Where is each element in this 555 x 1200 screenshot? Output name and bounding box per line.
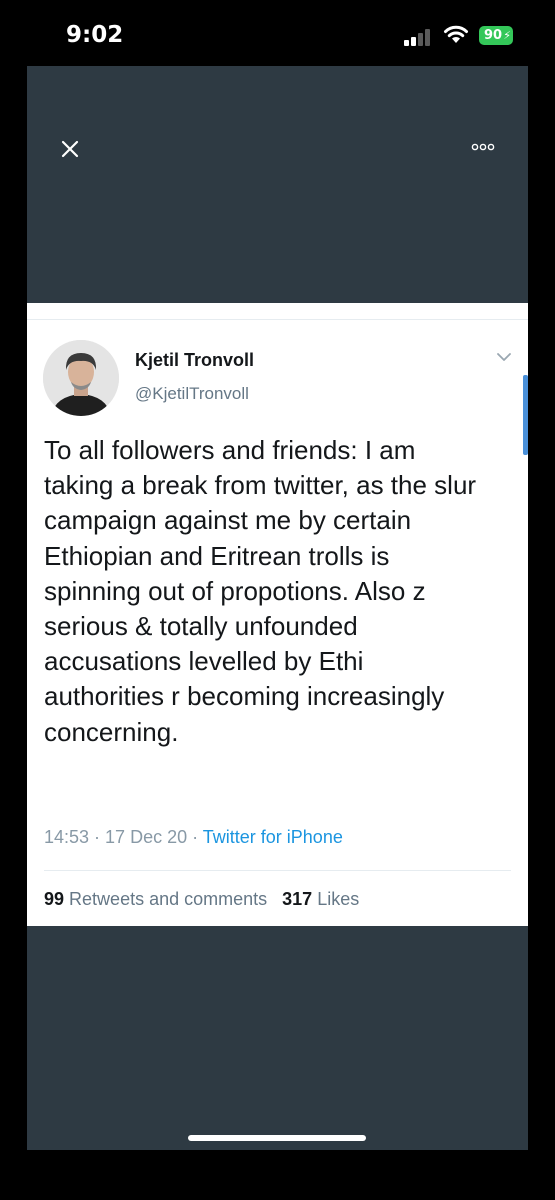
retweets-stat[interactable]: 99 Retweets and comments xyxy=(44,889,267,909)
media-area xyxy=(27,66,528,302)
likes-count: 317 xyxy=(282,889,313,909)
cellular-signal-icon xyxy=(404,28,434,46)
battery-icon: 90 ⚡ xyxy=(479,26,513,45)
tweet-time: 14:53 xyxy=(44,827,90,847)
wifi-icon xyxy=(444,25,468,43)
more-dots-icon[interactable] xyxy=(467,138,499,156)
status-bar: 9:02 90 ⚡ xyxy=(0,0,555,70)
tweet-source-link[interactable]: Twitter for iPhone xyxy=(203,827,343,847)
retweets-label: Retweets and comments xyxy=(69,889,268,909)
battery-level: 90 xyxy=(483,28,503,43)
author-handle[interactable]: @KjetilTronvoll xyxy=(135,384,249,404)
chevron-down-icon[interactable] xyxy=(494,350,514,364)
tweet-stats: 99 Retweets and comments 317 Likes xyxy=(44,889,359,910)
tweet-date: 17 Dec 20 xyxy=(105,827,188,847)
likes-label: Likes xyxy=(317,889,360,909)
tweet-viewer: Kjetil Tronvoll @KjetilTronvoll To all f… xyxy=(27,66,528,1150)
divider xyxy=(27,319,528,320)
home-indicator[interactable] xyxy=(188,1135,366,1141)
avatar-photo xyxy=(43,340,119,416)
likes-stat[interactable]: 317 Likes xyxy=(282,889,359,909)
author-name[interactable]: Kjetil Tronvoll xyxy=(135,350,254,371)
tweet-text: To all followers and friends: I am takin… xyxy=(44,435,477,747)
close-icon[interactable] xyxy=(57,136,83,162)
scrollbar[interactable] xyxy=(523,375,528,455)
tweet-metadata: 14:53 · 17 Dec 20 · Twitter for iPhone xyxy=(44,827,343,847)
avatar[interactable] xyxy=(43,340,119,416)
divider xyxy=(44,870,511,871)
retweets-count: 99 xyxy=(44,889,65,909)
tweet-card: Kjetil Tronvoll @KjetilTronvoll To all f… xyxy=(27,303,528,926)
status-time: 9:02 xyxy=(66,22,124,48)
